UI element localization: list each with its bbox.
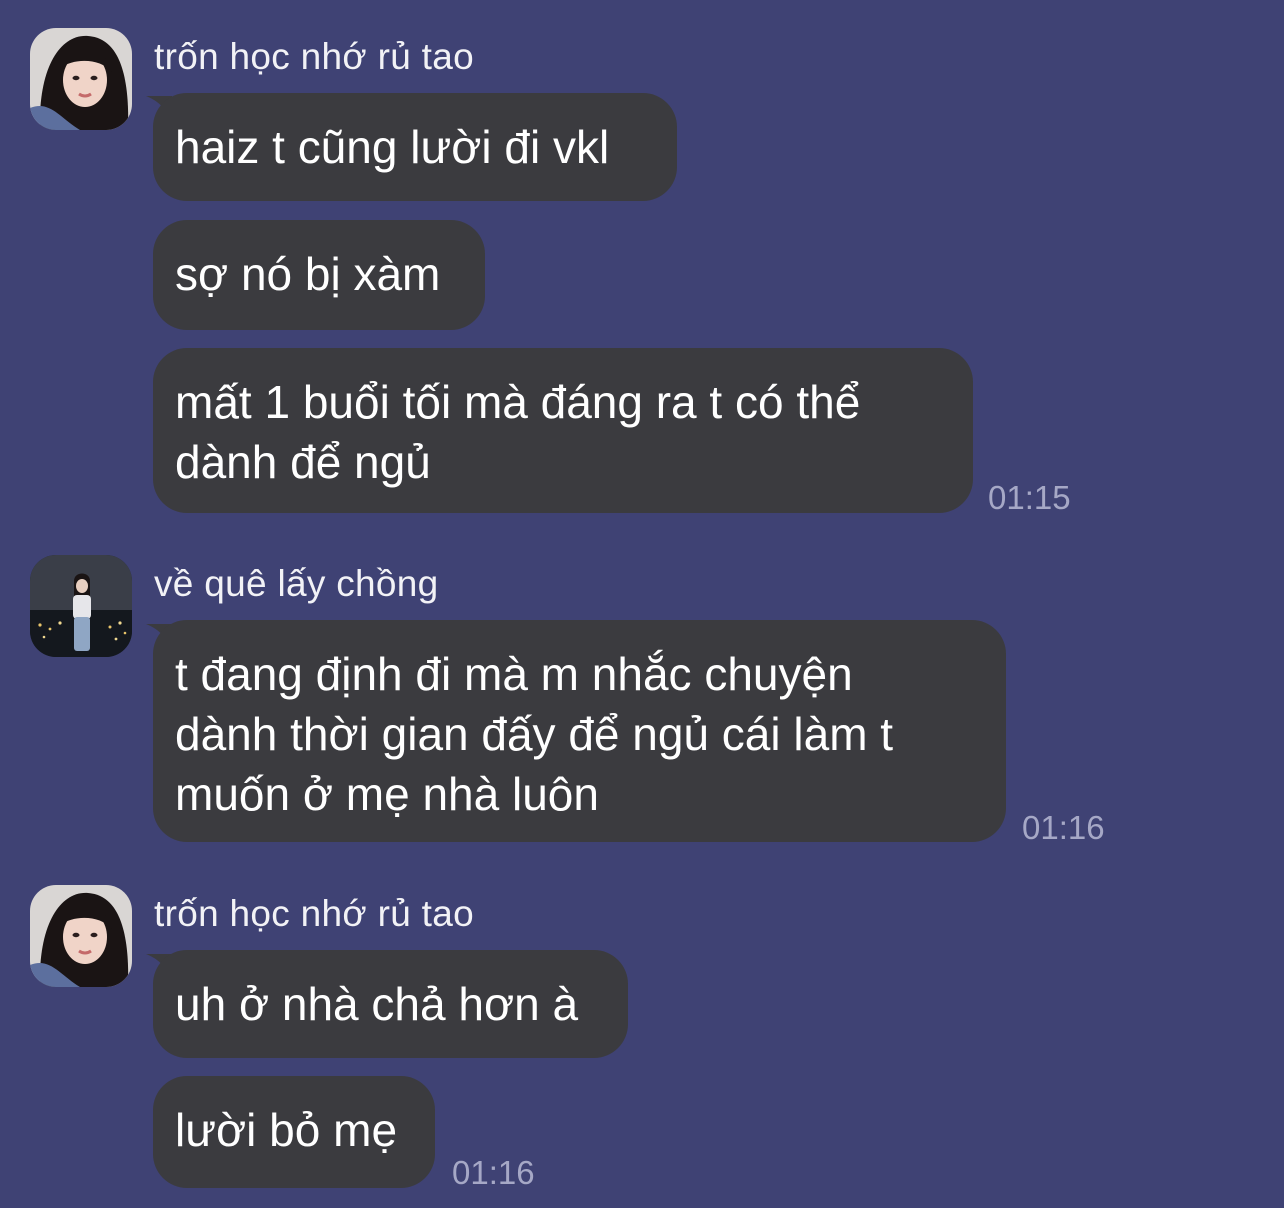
avatar[interactable] bbox=[30, 555, 132, 657]
message-bubble[interactable]: t đang định đi mà m nhắc chuyện dành thờ… bbox=[153, 620, 1006, 842]
message-timestamp: 01:16 bbox=[1022, 809, 1105, 846]
message-timestamp: 01:15 bbox=[988, 479, 1071, 516]
message-line: dành thời gian đấy để ngủ cái làm t bbox=[175, 708, 894, 760]
message-line: t đang định đi mà m nhắc chuyện bbox=[175, 648, 853, 700]
sender-name: trốn học nhớ rủ tao bbox=[154, 36, 474, 77]
message-bubble[interactable]: haiz t cũng lười đi vkl bbox=[153, 93, 677, 201]
message-line: dành để ngủ bbox=[175, 436, 431, 488]
message-bubble[interactable]: uh ở nhà chả hơn à bbox=[153, 950, 628, 1058]
sender-name: về quê lấy chồng bbox=[154, 563, 439, 604]
avatar[interactable] bbox=[30, 885, 132, 987]
message-bubble[interactable]: mất 1 buổi tối mà đáng ra t có thể dành … bbox=[153, 348, 973, 513]
sender-name: trốn học nhớ rủ tao bbox=[154, 893, 474, 934]
message-timestamp: 01:16 bbox=[452, 1154, 535, 1191]
message-line: mất 1 buổi tối mà đáng ra t có thể bbox=[175, 376, 861, 428]
avatar[interactable] bbox=[30, 28, 132, 130]
message-bubble[interactable]: sợ nó bị xàm bbox=[153, 220, 485, 330]
message-line: muốn ở mẹ nhà luôn bbox=[175, 768, 599, 820]
message-bubble[interactable]: lười bỏ mẹ bbox=[153, 1076, 435, 1188]
